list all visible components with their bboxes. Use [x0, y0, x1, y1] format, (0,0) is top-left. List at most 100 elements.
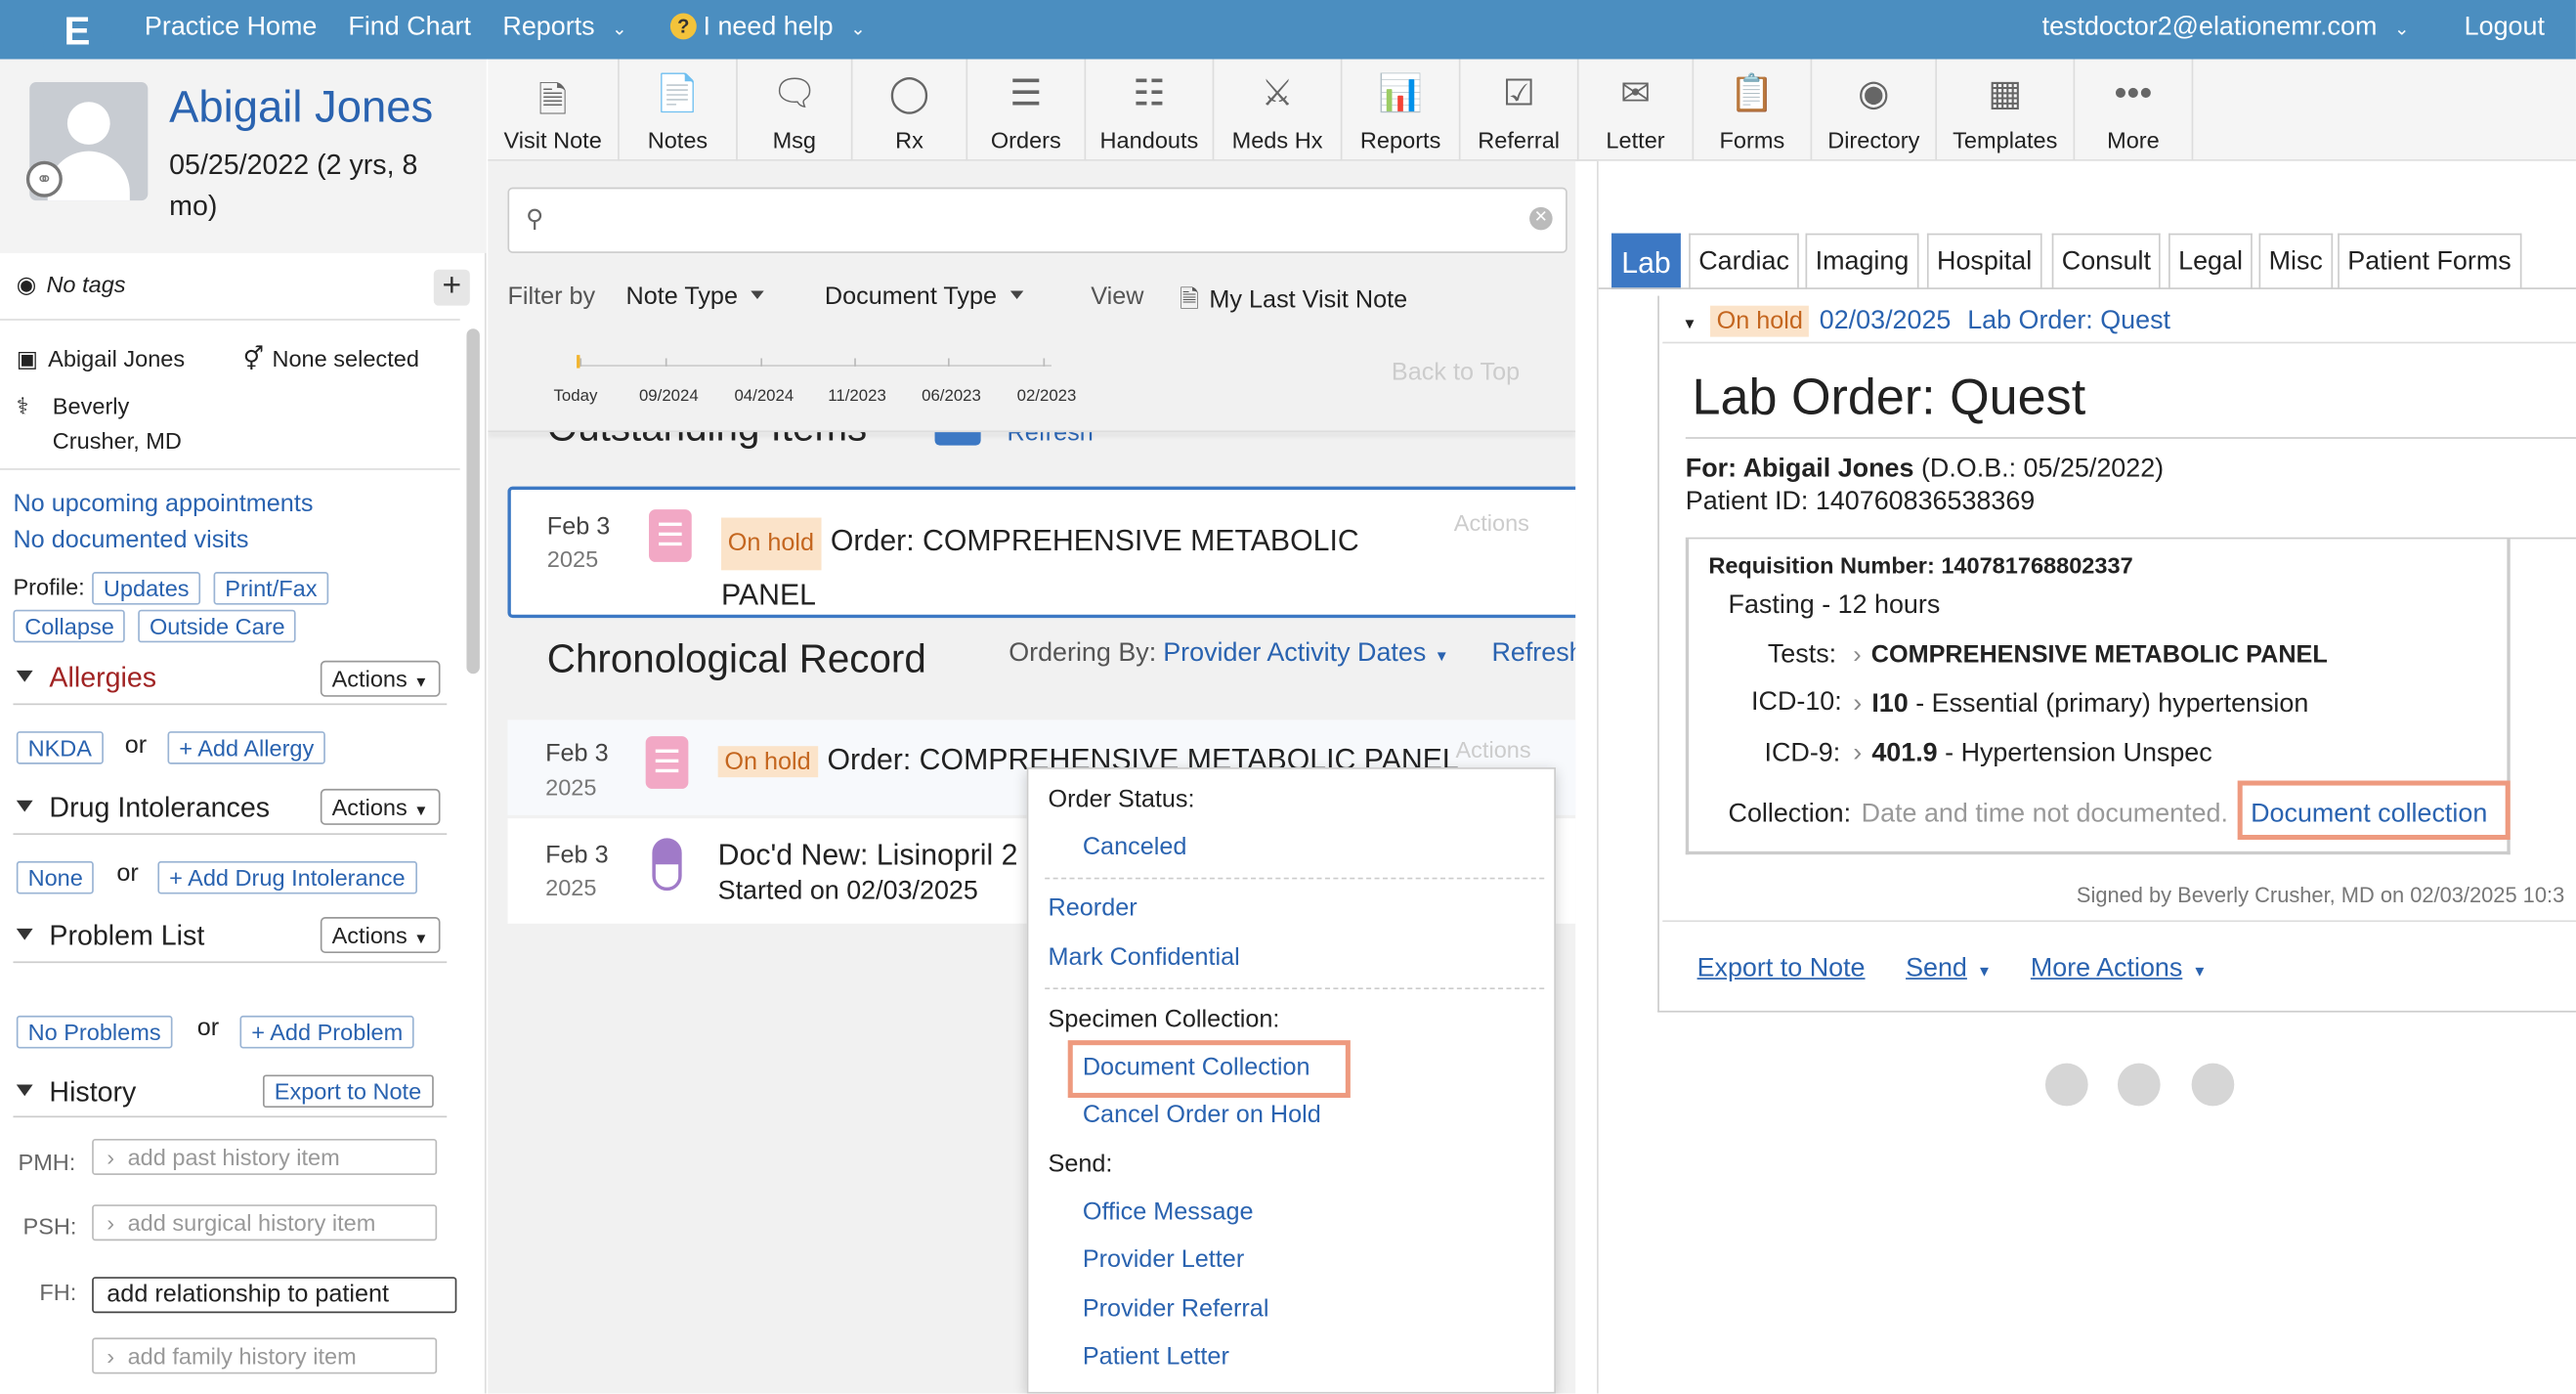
add-drug-intolerance-button[interactable]: + Add Drug Intolerance	[157, 860, 417, 894]
toolbar-meds-hx-button[interactable]: ⚔ Meds Hx	[1214, 59, 1343, 161]
toolbar-more-button[interactable]: ••• More	[2075, 59, 2194, 161]
drug-none-button[interactable]: None	[16, 860, 95, 894]
mark-confidential-menu-item[interactable]: Mark Confidential	[1049, 943, 1240, 972]
filter-by-label: Filter by	[507, 283, 596, 311]
problem-list-section-title[interactable]: Problem List	[16, 920, 204, 953]
toolbar-forms-button[interactable]: 📋 Forms	[1694, 59, 1813, 161]
canceled-menu-item[interactable]: Canceled	[1083, 833, 1187, 861]
for-label: For: Abigail Jones	[1685, 455, 1914, 484]
patient-letter-menu-item[interactable]: Patient Letter	[1083, 1342, 1229, 1371]
office-message-menu-item[interactable]: Office Message	[1083, 1198, 1254, 1227]
tab-misc[interactable]: Misc	[2258, 233, 2333, 289]
toolbar-directory-button[interactable]: ◉ Directory	[1812, 59, 1938, 161]
outstanding-actions-link[interactable]: Actions	[1454, 509, 1529, 536]
gender-row[interactable]: ⚥ None selected	[243, 345, 419, 373]
profile-collapse-button[interactable]: Collapse	[13, 609, 126, 643]
user-menu[interactable]: testdoctor2@elationemr.com ⌄	[2042, 13, 2410, 42]
timeline-label[interactable]: 11/2023	[828, 388, 886, 406]
caret-down-icon	[16, 1084, 33, 1097]
nkda-button[interactable]: NKDA	[16, 731, 104, 764]
timeline-label[interactable]: 09/2024	[639, 388, 699, 406]
timeline-label[interactable]: 06/2023	[922, 388, 981, 406]
outstanding-order-card[interactable]: Feb 3 2025 On hold Order: COMPREHENSIVE M…	[507, 486, 1576, 619]
timeline-tick	[665, 358, 667, 367]
row-actions-link[interactable]: Actions	[1455, 736, 1530, 762]
allergies-section-title[interactable]: Allergies	[16, 662, 156, 695]
icd10-value[interactable]: › I10 - Essential (primary) hypertension	[1853, 690, 2308, 719]
patient-name[interactable]: Abigail Jones	[169, 82, 433, 133]
profile-outside-care-button[interactable]: Outside Care	[138, 609, 297, 643]
toolbar-letter-button[interactable]: ✉ Letter	[1579, 59, 1695, 161]
no-problems-button[interactable]: No Problems	[16, 1015, 173, 1049]
toolbar-notes-button[interactable]: 📄 Notes	[620, 59, 738, 161]
provider-letter-menu-item[interactable]: Provider Letter	[1083, 1245, 1244, 1274]
pmh-input[interactable]: › add past history item	[92, 1139, 438, 1175]
tab-imaging[interactable]: Imaging	[1805, 233, 1919, 289]
drug-intolerances-section-title[interactable]: Drug Intolerances	[16, 792, 270, 825]
send-dropdown[interactable]: Send ▼	[1906, 955, 1992, 984]
chronological-refresh-link[interactable]: Refresh	[1491, 639, 1575, 669]
document-type-dropdown[interactable]: Document Type	[825, 283, 1023, 311]
provider-referral-menu-item[interactable]: Provider Referral	[1083, 1295, 1269, 1324]
lab-order-header[interactable]: ▼ On hold 02/03/2025 Lab Order: Quest	[1682, 305, 2170, 337]
history-section-title[interactable]: History	[16, 1076, 136, 1110]
document-collection-link[interactable]: Document collection	[2251, 801, 2487, 830]
tab-patient-forms[interactable]: Patient Forms	[2338, 233, 2521, 289]
problem-list-actions-button[interactable]: Actions ▼	[320, 917, 441, 954]
toolbar-rx-button[interactable]: ◯ Rx	[852, 59, 968, 161]
psh-input[interactable]: › add surgical history item	[92, 1204, 438, 1242]
timeline-label[interactable]: Today	[554, 388, 598, 406]
tab-hospital[interactable]: Hospital	[1926, 233, 2042, 289]
toolbar-referral-button[interactable]: ☑ Referral	[1460, 59, 1579, 161]
no-documented-visits-link[interactable]: No documented visits	[13, 526, 248, 554]
my-last-visit-note-link[interactable]: 🗎 My Last Visit Note	[1180, 283, 1407, 324]
export-to-note-link[interactable]: Export to Note	[1697, 955, 1866, 984]
globe-icon[interactable]: ⚭	[25, 160, 63, 197]
note-type-dropdown[interactable]: Note Type	[625, 283, 764, 311]
chart-search-input[interactable]: ⚲ ✕	[507, 187, 1567, 253]
icd9-value[interactable]: › 401.9 - Hypertension Unspec	[1853, 739, 2211, 768]
toolbar-handouts-button[interactable]: ☷ Handouts	[1086, 59, 1215, 161]
add-problem-button[interactable]: + Add Problem	[239, 1015, 415, 1049]
tests-value[interactable]: › COMPREHENSIVE METABOLIC PANEL	[1853, 641, 2327, 670]
drug-intolerances-actions-button[interactable]: Actions ▼	[320, 788, 441, 825]
tab-cardiac[interactable]: Cardiac	[1689, 233, 1800, 289]
find-chart-link[interactable]: Find Chart	[348, 13, 471, 42]
outstanding-refresh-link[interactable]: Refresh	[1008, 432, 1094, 447]
tab-legal[interactable]: Legal	[2168, 233, 2254, 289]
allergies-actions-button[interactable]: Actions ▼	[320, 660, 441, 697]
reports-menu[interactable]: Reports ⌄	[502, 13, 626, 42]
logout-link[interactable]: Logout	[2465, 13, 2545, 42]
toolbar-reports-button[interactable]: 📊 Reports	[1342, 59, 1461, 161]
back-to-top-link[interactable]: Back to Top	[1392, 358, 1520, 386]
fh-input[interactable]: › add family history item	[92, 1337, 438, 1374]
profile-print-fax-button[interactable]: Print/Fax	[213, 572, 329, 605]
psh-placeholder: add surgical history item	[127, 1209, 376, 1237]
toolbar-orders-button[interactable]: ☰ Orders	[967, 59, 1087, 161]
timeline-label[interactable]: 02/2023	[1017, 388, 1077, 406]
toolbar-templates-button[interactable]: ▦ Templates	[1937, 59, 2076, 161]
toolbar-msg-button[interactable]: 🗨 Msg	[738, 59, 853, 161]
tab-lab[interactable]: Lab	[1611, 233, 1681, 289]
timeline-label[interactable]: 04/2024	[734, 388, 794, 406]
add-tag-button[interactable]: +	[433, 269, 470, 306]
more-actions-dropdown[interactable]: More Actions ▼	[2031, 955, 2208, 984]
document-collection-menu-item[interactable]: Document Collection	[1083, 1054, 1310, 1082]
sidebar-scrollbar[interactable]	[466, 328, 480, 675]
requisition-number: Requisition Number: 140781768802337	[1708, 551, 2133, 579]
reorder-menu-item[interactable]: Reorder	[1049, 894, 1138, 923]
provider-activity-dates-dropdown[interactable]: Provider Activity Dates ▼	[1163, 639, 1448, 669]
fh-relationship-input[interactable]: add relationship to patient	[92, 1277, 457, 1314]
clear-search-icon[interactable]: ✕	[1529, 206, 1553, 231]
cancel-order-on-hold-menu-item[interactable]: Cancel Order on Hold	[1083, 1101, 1321, 1129]
history-export-to-note-button[interactable]: Export to Note	[262, 1074, 433, 1109]
tab-consult[interactable]: Consult	[2051, 233, 2162, 289]
profile-updates-button[interactable]: Updates	[92, 572, 201, 605]
toolbar-visit-note-button[interactable]: 🗎 Visit Note	[488, 59, 620, 161]
tag-icon: ◉	[16, 271, 37, 298]
help-menu[interactable]: ? I need help ⌄	[669, 13, 866, 42]
add-allergy-button[interactable]: + Add Allergy	[167, 731, 326, 764]
no-upcoming-appointments-link[interactable]: No upcoming appointments	[13, 490, 313, 518]
practice-home-link[interactable]: Practice Home	[145, 13, 317, 42]
caret-down-icon	[1009, 290, 1023, 299]
